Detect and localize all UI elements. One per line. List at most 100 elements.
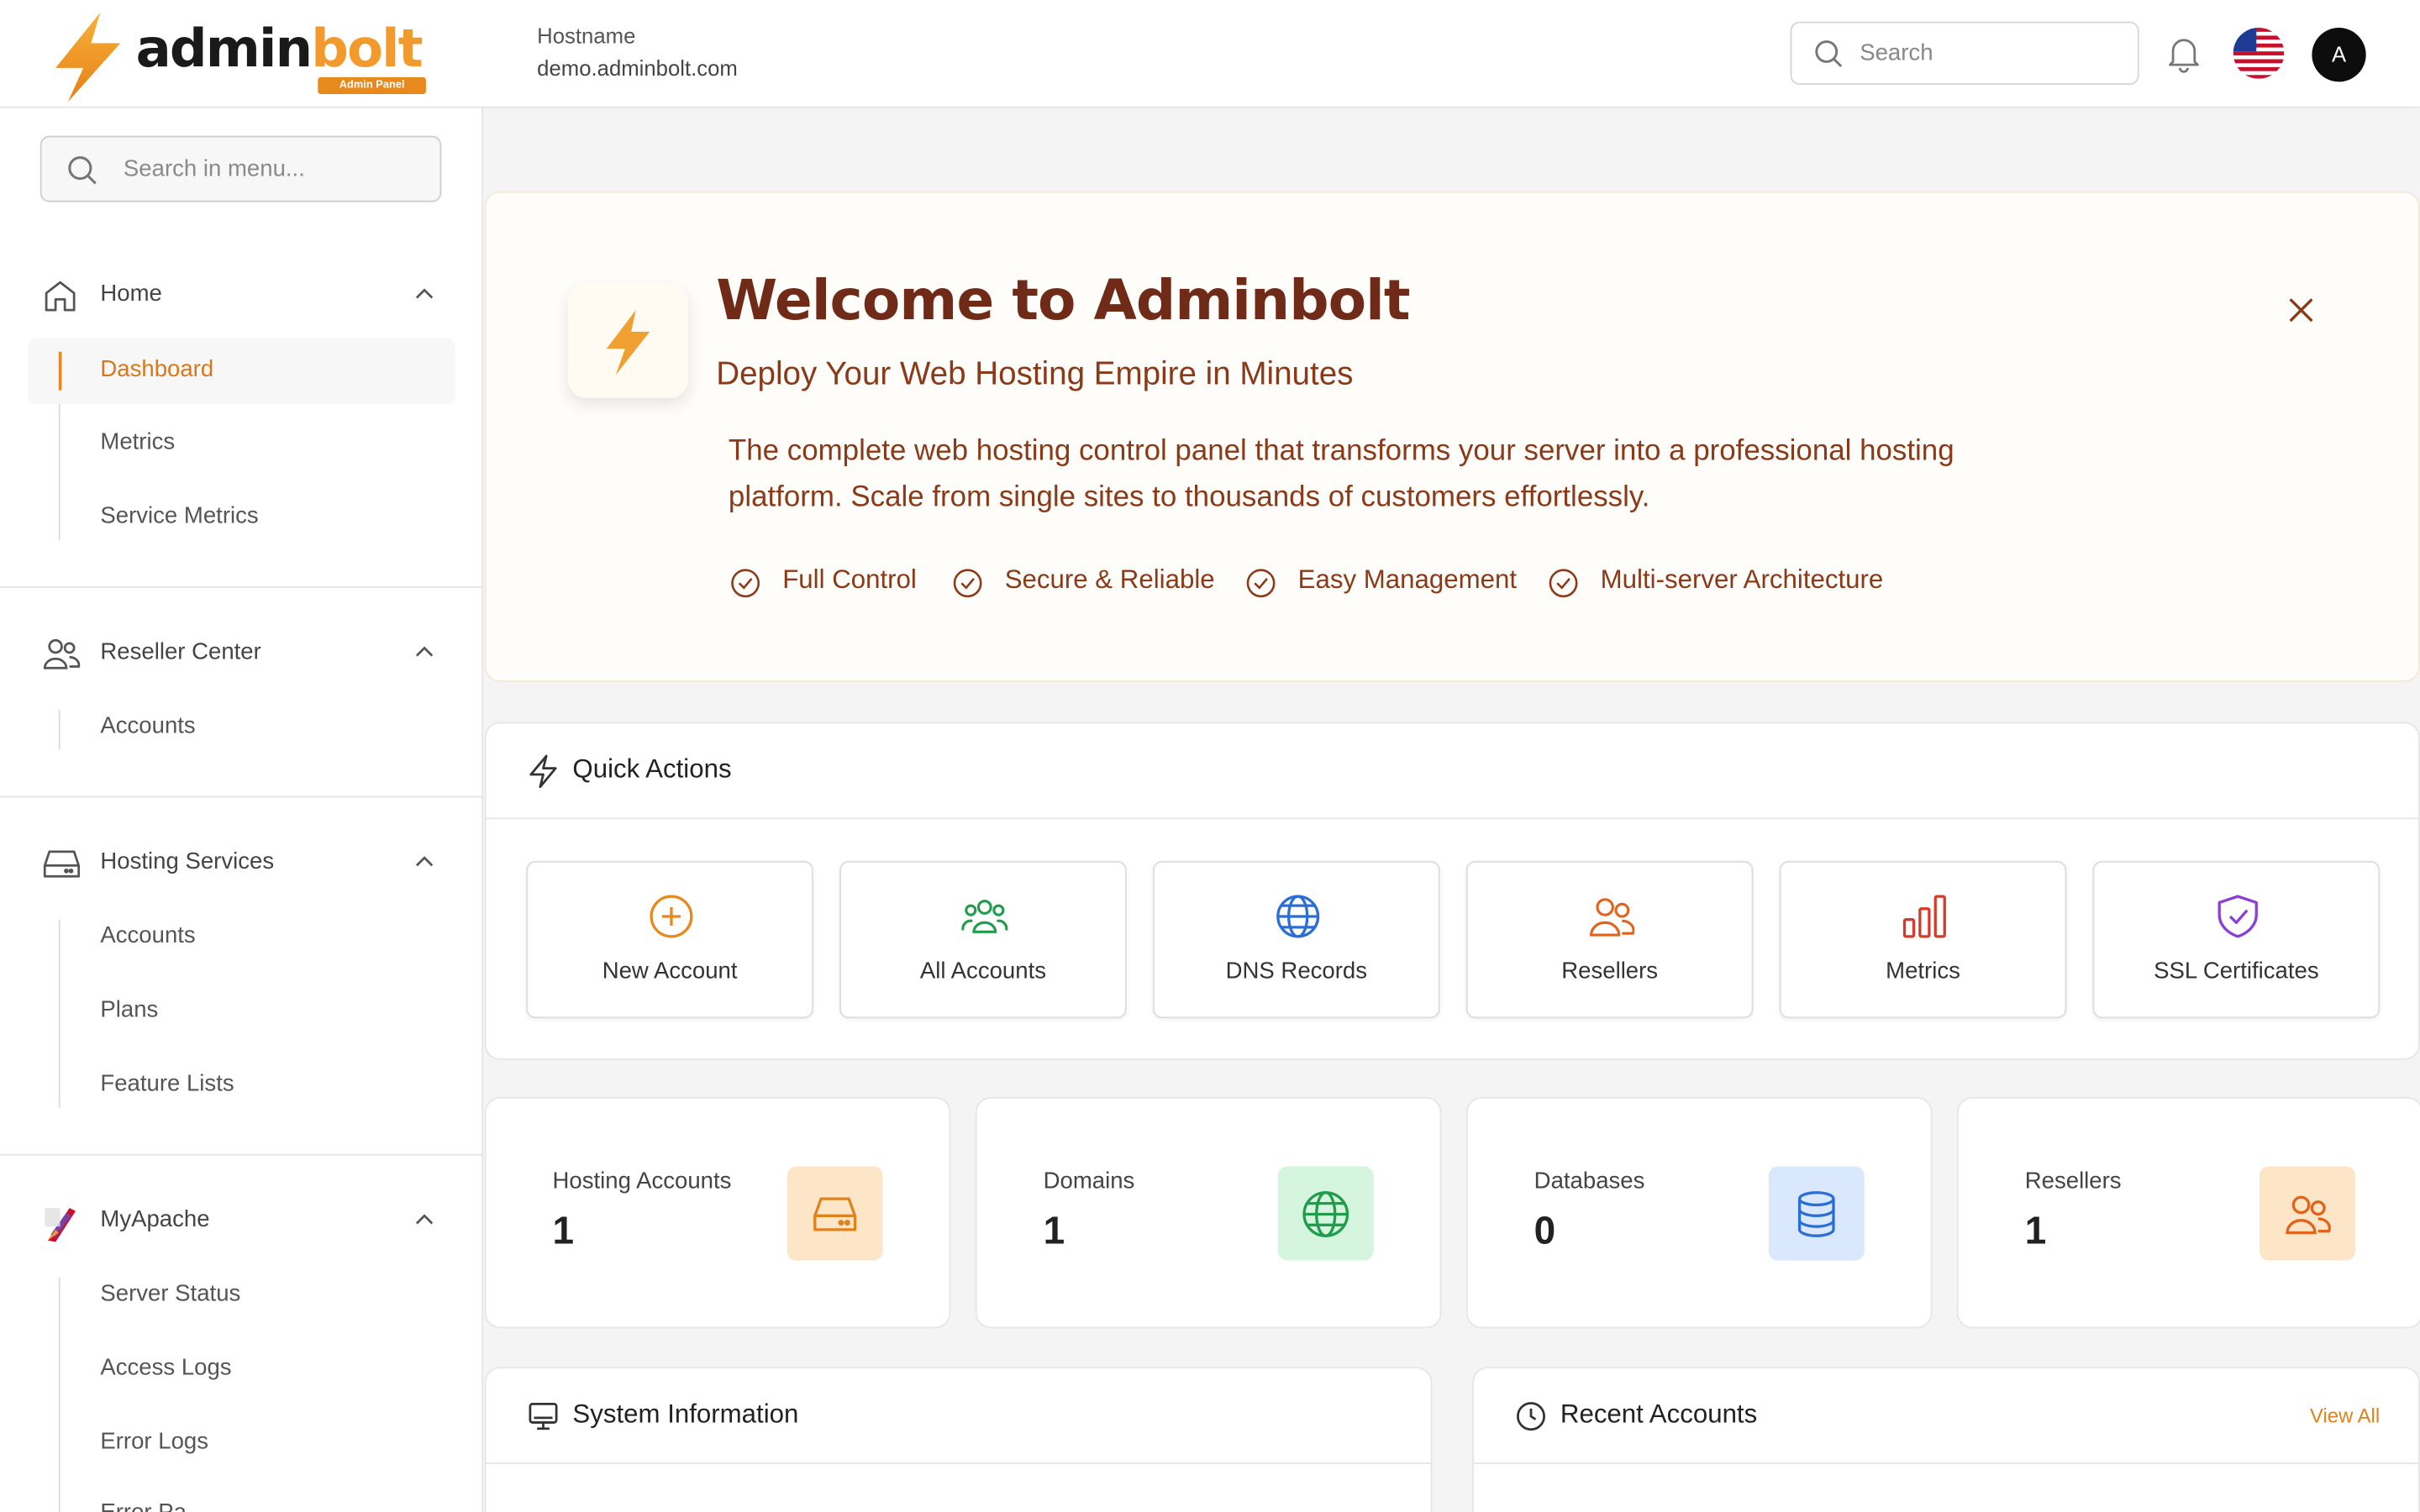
users-group-icon	[961, 900, 1008, 933]
stat-card-resellers[interactable]: Resellers 1	[1956, 1096, 2420, 1329]
quick-action-label: New Account	[602, 958, 738, 984]
menu-search-input[interactable]: Search in menu...	[39, 135, 442, 202]
bell-icon[interactable]	[2165, 34, 2202, 74]
sidebar-item-service-metrics[interactable]: Service Metrics	[100, 503, 258, 529]
database-icon	[1797, 1191, 1835, 1237]
chevron-up-icon	[415, 1214, 434, 1225]
stat-icon-box	[786, 1166, 883, 1261]
search-icon	[68, 155, 97, 185]
search-icon	[1815, 40, 1843, 68]
hostname-value: demo.adminbolt.com	[537, 55, 738, 81]
stat-value: 1	[2024, 1209, 2047, 1253]
apache-feather-icon	[45, 1208, 76, 1242]
welcome-title: Welcome to Adminbolt	[716, 270, 1410, 333]
quick-action-new-account[interactable]: New Account	[526, 860, 813, 1019]
close-icon[interactable]	[2286, 295, 2317, 326]
user-avatar[interactable]: A	[2312, 28, 2366, 82]
quick-actions-title: Quick Actions	[572, 754, 732, 785]
globe-icon	[1302, 1191, 1349, 1237]
sidebar-item-reseller-accounts[interactable]: Accounts	[100, 713, 195, 739]
sidebar-item-access-logs[interactable]: Access Logs	[100, 1355, 231, 1381]
sidebar-tree-line	[58, 919, 60, 1108]
chevron-up-icon	[415, 288, 434, 299]
stat-card-hosting-accounts[interactable]: Hosting Accounts 1	[484, 1096, 951, 1329]
sidebar: Search in menu... Home Dashboard Metrics…	[0, 108, 483, 1512]
sidebar-section-hosting-services[interactable]: Hosting Services	[0, 833, 483, 895]
sidebar-item-hosting-accounts[interactable]: Accounts	[100, 922, 195, 948]
sidebar-section-title: Home	[100, 281, 162, 307]
plus-circle-icon	[650, 895, 693, 938]
sidebar-item-dashboard[interactable]: Dashboard	[28, 338, 455, 405]
recent-accounts-panel: Recent Accounts View All	[1472, 1367, 2420, 1512]
panel-title: System Information	[572, 1399, 799, 1429]
welcome-banner: Welcome to Adminbolt Deploy Your Web Hos…	[484, 191, 2420, 682]
sidebar-item-error-pages[interactable]: Error Pa...	[100, 1499, 206, 1512]
system-information-panel: System Information	[484, 1367, 1433, 1512]
server-icon	[813, 1197, 857, 1231]
quick-action-dns-records[interactable]: DNS Records	[1153, 860, 1440, 1019]
sidebar-item-error-logs[interactable]: Error Logs	[100, 1429, 208, 1455]
stat-card-databases[interactable]: Databases 0	[1465, 1096, 1933, 1329]
sidebar-section-reseller-center[interactable]: Reseller Center	[0, 623, 483, 685]
sidebar-tree-line	[58, 709, 60, 750]
panel-header: Recent Accounts View All	[1474, 1368, 2419, 1465]
stat-label: Databases	[1534, 1168, 1645, 1194]
top-search-input[interactable]: Search	[1790, 21, 2139, 86]
users-icon	[1590, 898, 1635, 937]
sidebar-section-title: Reseller Center	[100, 638, 261, 665]
quick-action-label: Resellers	[1561, 958, 1659, 984]
feature-label: Multi-server Architecture	[1600, 564, 1884, 595]
stat-label: Resellers	[2024, 1168, 2122, 1194]
quick-action-ssl-certificates[interactable]: SSL Certificates	[2092, 860, 2381, 1019]
bolt-icon	[55, 12, 121, 102]
view-all-link[interactable]: View All	[2310, 1404, 2380, 1427]
globe-icon	[1276, 895, 1320, 938]
monitor-icon	[529, 1403, 558, 1431]
sidebar-item-metrics[interactable]: Metrics	[100, 429, 175, 455]
active-indicator	[58, 351, 62, 391]
app-root: adminbolt Admin Panel Hostname demo.admi…	[0, 0, 2420, 1512]
sidebar-divider	[0, 585, 483, 588]
stat-icon-box	[1277, 1166, 1374, 1261]
stat-label: Hosting Accounts	[552, 1168, 732, 1194]
clock-icon	[1517, 1402, 1545, 1431]
stat-icon-box	[2259, 1166, 2355, 1261]
chevron-up-icon	[415, 856, 434, 867]
top-header: adminbolt Admin Panel Hostname demo.admi…	[0, 0, 2420, 108]
menu-search-placeholder: Search in menu...	[123, 155, 305, 182]
sidebar-section-home[interactable]: Home	[0, 265, 483, 327]
sidebar-divider	[0, 795, 483, 798]
stat-card-domains[interactable]: Domains 1	[975, 1096, 1442, 1329]
stat-icon-box	[1768, 1166, 1865, 1261]
sidebar-section-title: Hosting Services	[100, 848, 275, 875]
brand-wordmark: adminbolt	[136, 22, 424, 77]
us-flag-icon[interactable]	[2233, 28, 2285, 79]
sidebar-tree-line	[58, 1277, 60, 1512]
quick-action-metrics[interactable]: Metrics	[1779, 860, 2067, 1019]
sidebar-item-server-status[interactable]: Server Status	[100, 1280, 240, 1306]
welcome-subtitle: Deploy Your Web Hosting Empire in Minute…	[716, 356, 1354, 392]
stat-label: Domains	[1043, 1168, 1135, 1194]
sidebar-section-myapache[interactable]: MyApache	[0, 1191, 483, 1252]
chevron-up-icon	[415, 646, 434, 657]
check-circle-icon	[731, 569, 760, 598]
top-search-placeholder: Search	[1860, 39, 1933, 66]
shield-check-icon	[2217, 895, 2258, 938]
sidebar-item-plans[interactable]: Plans	[100, 997, 158, 1023]
users-icon	[43, 638, 81, 669]
welcome-description: The complete web hosting control panel t…	[728, 434, 1954, 514]
stat-value: 1	[1043, 1209, 1065, 1253]
quick-action-all-accounts[interactable]: All Accounts	[839, 860, 1127, 1019]
feature-label: Full Control	[782, 564, 917, 595]
quick-action-label: Metrics	[1886, 958, 1960, 984]
sidebar-item-feature-lists[interactable]: Feature Lists	[100, 1071, 234, 1097]
sidebar-item-label: Dashboard	[100, 356, 214, 383]
bolt-icon	[606, 310, 650, 375]
quick-action-resellers[interactable]: Resellers	[1465, 860, 1754, 1019]
brand-logo[interactable]: adminbolt Admin Panel	[50, 9, 435, 102]
quick-actions-panel: Quick Actions New Account All Accounts D…	[484, 722, 2420, 1060]
quick-action-label: All Accounts	[919, 958, 1047, 984]
users-icon	[2286, 1195, 2331, 1235]
welcome-logo-tile	[567, 283, 689, 398]
stat-value: 1	[552, 1209, 575, 1253]
